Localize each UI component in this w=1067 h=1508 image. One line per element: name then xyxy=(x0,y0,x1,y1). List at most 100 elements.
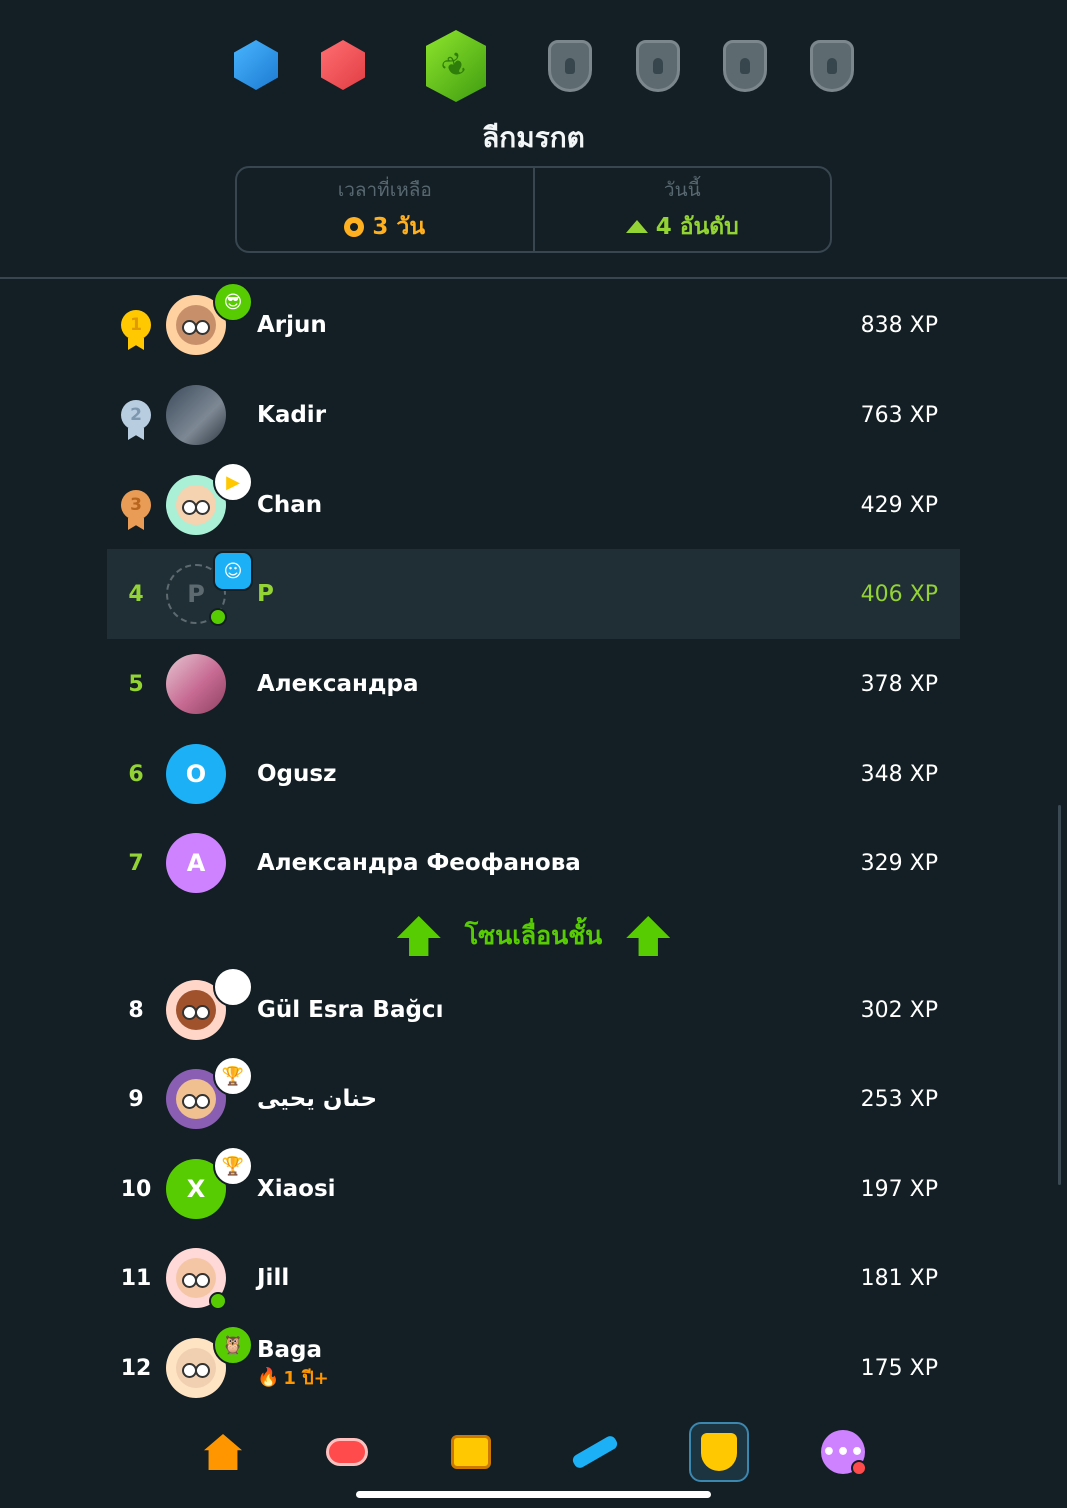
locked-league-icon xyxy=(810,40,854,92)
bronze-medal-icon: 3 xyxy=(121,490,151,520)
league-stats-panel: เวลาที่เหลือ 3 วัน วันนี้ 4 อันดับ xyxy=(235,166,832,253)
user-xp: 429 XP xyxy=(860,492,938,518)
user-xp: 329 XP xyxy=(860,850,938,876)
user-rank: 7 xyxy=(128,850,144,876)
user-name: P xyxy=(257,581,274,607)
user-xp: 406 XP xyxy=(860,581,938,607)
user-name: Александра Феофанова xyxy=(257,850,581,876)
leaderboard-row[interactable]: 3 ▶ Chan 429 XP xyxy=(107,460,960,550)
arrow-up-icon xyxy=(626,916,671,956)
leaderboard-row[interactable]: 6 O Ogusz 348 XP xyxy=(107,729,960,819)
leaderboard-row[interactable]: 9 🏆 حنان يحيى 253 XP xyxy=(107,1054,960,1144)
tab-chest[interactable] xyxy=(441,1422,501,1482)
user-name: Arjun xyxy=(257,312,327,338)
ruby-league-icon xyxy=(321,40,365,90)
tab-practice[interactable] xyxy=(565,1422,625,1482)
cat-badge-icon: 🐱 xyxy=(213,967,253,1007)
online-indicator xyxy=(209,608,227,626)
streak-fire-icon: 🔥 xyxy=(257,1367,280,1388)
league-icon xyxy=(701,1433,737,1471)
user-rank: 8 xyxy=(128,997,144,1023)
user-name: Александра xyxy=(257,671,419,697)
leaderboard-row[interactable]: 1 😎 Arjun 838 XP xyxy=(107,280,960,370)
streak-value: 1 ปี+ xyxy=(283,1368,329,1389)
play-badge-icon: ▶ xyxy=(213,462,253,502)
notification-dot xyxy=(851,1460,867,1476)
chest-icon xyxy=(451,1435,491,1469)
tab-speak[interactable] xyxy=(317,1422,377,1482)
locked-league-icon xyxy=(636,40,680,92)
user-xp: 181 XP xyxy=(860,1265,938,1291)
leaderboard-row[interactable]: 2 Kadir 763 XP xyxy=(107,370,960,460)
scrollbar[interactable] xyxy=(1058,805,1061,1185)
league-badges: ❦ xyxy=(0,28,1067,108)
add-avatar-icon[interactable]: ☺ xyxy=(213,551,253,591)
user-xp: 763 XP xyxy=(860,402,938,428)
leaderboard-row[interactable]: 8 🐱 Gül Esra Bağcı 302 XP xyxy=(107,965,960,1055)
home-indicator xyxy=(356,1491,711,1498)
user-xp: 838 XP xyxy=(860,312,938,338)
avatar[interactable] xyxy=(166,654,226,714)
duo-owl-badge-icon: 🦉 xyxy=(213,1325,253,1365)
user-rank: 6 xyxy=(128,761,144,787)
more-icon: ••• xyxy=(821,1430,867,1476)
tab-more[interactable]: ••• xyxy=(813,1422,873,1482)
user-name: Gül Esra Bağcı xyxy=(257,997,444,1023)
time-left-value: 3 วัน xyxy=(372,213,426,240)
league-title: ลีกมรกต xyxy=(482,121,585,154)
promotion-zone-divider: โซนเลื่อนชั้น xyxy=(0,910,1067,962)
silver-medal-icon: 2 xyxy=(121,400,151,430)
avatar[interactable]: A xyxy=(166,833,226,893)
user-name: Xiaosi xyxy=(257,1176,336,1202)
trophy-badge-icon: 🏆 xyxy=(213,1146,253,1186)
tab-home[interactable] xyxy=(193,1422,253,1482)
rank-up-icon xyxy=(625,220,648,233)
leaderboard-row[interactable]: 12 🦉 Baga 🔥 1 ปี+ 175 XP xyxy=(107,1323,960,1413)
user-xp: 378 XP xyxy=(860,671,938,697)
practice-icon xyxy=(570,1433,620,1471)
user-rank: 12 xyxy=(120,1355,152,1381)
avatar[interactable]: O xyxy=(166,744,226,804)
user-name: Kadir xyxy=(257,402,327,428)
time-left-label: เวลาที่เหลือ xyxy=(337,178,432,201)
user-name: Baga xyxy=(257,1337,323,1363)
current-user-row[interactable]: 4 P ☺ P 406 XP xyxy=(107,549,960,639)
online-indicator xyxy=(209,1292,227,1310)
header-divider xyxy=(0,277,1067,279)
today-label: วันนี้ xyxy=(663,178,701,201)
user-name: Jill xyxy=(257,1265,290,1291)
user-rank: 10 xyxy=(120,1176,152,1202)
today-rank-value: 4 อันดับ xyxy=(655,213,739,240)
user-xp: 197 XP xyxy=(860,1176,938,1202)
user-xp: 348 XP xyxy=(860,761,938,787)
sunglasses-frame-icon: 😎 xyxy=(213,282,253,322)
user-xp: 253 XP xyxy=(860,1086,938,1112)
gold-medal-icon: 1 xyxy=(121,310,151,340)
leaderboard-row[interactable]: 10 X 🏆 Xiaosi 197 XP xyxy=(107,1144,960,1234)
user-rank: 5 xyxy=(128,671,144,697)
speak-icon xyxy=(326,1438,368,1466)
time-left-stat: เวลาที่เหลือ 3 วัน xyxy=(237,168,533,251)
leaderboard-row[interactable]: 7 A Александра Феофанова 329 XP xyxy=(107,818,960,908)
user-xp: 175 XP xyxy=(860,1355,938,1381)
leaderboard-row[interactable]: 11 Jill 181 XP xyxy=(107,1233,960,1323)
user-rank: 11 xyxy=(120,1265,152,1291)
locked-league-icon xyxy=(548,40,592,92)
user-xp: 302 XP xyxy=(860,997,938,1023)
today-rank-stat: วันนี้ 4 อันดับ xyxy=(532,168,831,251)
user-name: حنان يحيى xyxy=(257,1086,378,1112)
user-rank: 9 xyxy=(128,1086,144,1112)
user-name: Ogusz xyxy=(257,761,337,787)
trophy-badge-icon: 🏆 xyxy=(213,1056,253,1096)
avatar[interactable] xyxy=(166,385,226,445)
sapphire-league-icon xyxy=(234,40,278,90)
locked-league-icon xyxy=(723,40,767,92)
tab-leagues[interactable] xyxy=(689,1422,749,1482)
user-name: Chan xyxy=(257,492,323,518)
leaderboard-row[interactable]: 5 Александра 378 XP xyxy=(107,639,960,729)
clock-icon xyxy=(344,216,365,237)
user-rank: 4 xyxy=(128,581,144,607)
emerald-league-icon: ❦ xyxy=(426,30,486,102)
promotion-zone-label: โซนเลื่อนชั้น xyxy=(464,921,603,950)
arrow-up-icon xyxy=(396,916,441,956)
